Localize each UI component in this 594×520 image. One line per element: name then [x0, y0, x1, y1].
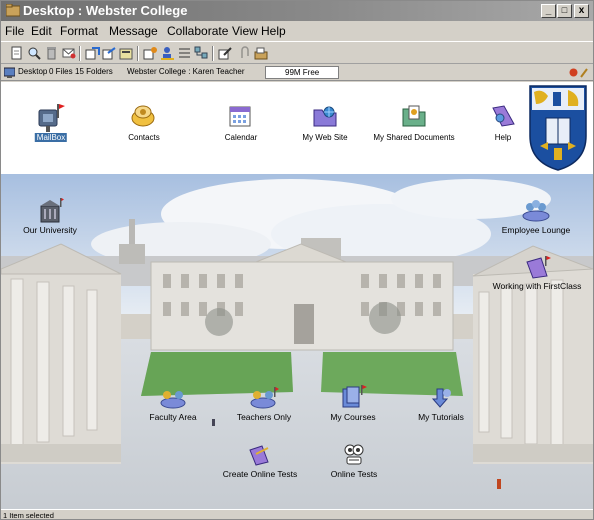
- user-label: Webster College : Karen Teacher: [127, 67, 245, 76]
- employee-lounge-label: Employee Lounge: [501, 225, 571, 235]
- working-with-firstclass-label: Working with FirstClass: [492, 281, 582, 291]
- working-with-firstclass-item[interactable]: Working with FirstClass: [485, 256, 589, 296]
- menu-message[interactable]: Message: [109, 24, 158, 38]
- faculty-area-item[interactable]: Faculty Area: [141, 387, 205, 427]
- calendar-icon: [229, 106, 251, 127]
- my-courses-label: My Courses: [330, 412, 376, 422]
- my-courses-icon: [342, 385, 367, 408]
- online-tests-item[interactable]: Online Tests: [319, 442, 389, 484]
- firstclass-folder-icon: [526, 256, 551, 279]
- contacts-label: Contacts: [128, 133, 160, 142]
- properties-icon[interactable]: [143, 46, 158, 60]
- reply-icon[interactable]: [61, 46, 76, 60]
- edit-pencil-icon[interactable]: [580, 67, 589, 78]
- mailbox-label: MailBox: [34, 133, 68, 142]
- create-online-tests-label: Create Online Tests: [222, 469, 298, 479]
- open-icon[interactable]: [254, 46, 269, 60]
- maximize-button[interactable]: □: [557, 4, 572, 18]
- attach-icon[interactable]: [237, 46, 252, 60]
- our-university-item[interactable]: Our University: [15, 198, 85, 243]
- help-icon: [492, 105, 515, 127]
- list-view-icon[interactable]: [177, 46, 192, 60]
- my-tutorials-icon: [431, 388, 451, 408]
- desktop-icon: [4, 67, 15, 78]
- status-bar: 1 Item selected: [1, 509, 593, 520]
- new-document-icon[interactable]: [9, 46, 24, 60]
- online-tests-label: Online Tests: [330, 469, 378, 479]
- online-tests-icon: [344, 444, 364, 465]
- calendar-label: Calendar: [224, 133, 258, 142]
- forward-icon[interactable]: [102, 46, 117, 60]
- path-bar: Desktop 0 Files 15 Folders Webster Colle…: [1, 65, 593, 81]
- minimize-button[interactable]: _: [541, 4, 556, 18]
- toolbar-separator: [79, 46, 81, 61]
- compose-icon[interactable]: [218, 46, 233, 60]
- menu-view[interactable]: View: [232, 24, 258, 38]
- my-web-site-item[interactable]: My Web Site: [297, 102, 353, 154]
- toolbar-separator: [212, 46, 214, 61]
- firstclass-window: Desktop : Webster College _ □ x File Edi…: [0, 0, 594, 520]
- employee-lounge-item[interactable]: Employee Lounge: [491, 198, 581, 243]
- my-web-site-label: My Web Site: [302, 133, 348, 142]
- teachers-only-item[interactable]: Teachers Only: [229, 387, 299, 427]
- toolbar: [1, 41, 593, 64]
- employee-lounge-icon: [522, 200, 550, 222]
- outline-icon[interactable]: [194, 46, 209, 60]
- contacts-icon: [131, 105, 155, 127]
- folders-count: 15 Folders: [75, 67, 113, 76]
- university-building-icon: [40, 198, 64, 223]
- mailbox-icon: [38, 104, 65, 132]
- mailbox-item[interactable]: MailBox: [31, 102, 71, 154]
- my-shared-documents-label: My Shared Documents: [373, 133, 455, 142]
- faculty-area-label: Faculty Area: [149, 412, 197, 422]
- contacts-item[interactable]: Contacts: [119, 102, 169, 154]
- campus-background: Our University Employee Lounge Working w…: [1, 174, 593, 509]
- desktop-top-strip: MailBox Contacts Calendar My Web Site My…: [1, 82, 593, 174]
- teachers-only-icon: [250, 387, 279, 409]
- our-university-label: Our University: [23, 225, 77, 235]
- menu-bar: File Edit Format Message Collaborate Vie…: [1, 21, 593, 40]
- menu-file[interactable]: File: [5, 24, 24, 38]
- teachers-only-label: Teachers Only: [236, 412, 292, 422]
- online-users-icon[interactable]: [569, 68, 578, 77]
- free-space: 99M Free: [285, 68, 320, 77]
- my-tutorials-item[interactable]: My Tutorials: [411, 387, 471, 427]
- college-crest-logo: [529, 85, 587, 171]
- menu-edit[interactable]: Edit: [31, 24, 52, 38]
- folder-app-icon: [6, 4, 20, 17]
- my-courses-item[interactable]: My Courses: [323, 385, 383, 427]
- help-label: Help: [494, 133, 512, 142]
- window-title: Desktop : Webster College: [23, 3, 188, 18]
- web-site-folder-icon: [313, 106, 337, 127]
- toolbar-separator: [137, 46, 139, 61]
- faculty-area-icon: [160, 391, 186, 409]
- create-online-tests-item[interactable]: Create Online Tests: [215, 444, 305, 484]
- status-text: 1 Item selected: [3, 511, 54, 520]
- history-icon[interactable]: [119, 46, 134, 60]
- close-button[interactable]: x: [574, 4, 589, 18]
- my-shared-documents-item[interactable]: My Shared Documents: [371, 102, 457, 154]
- title-bar[interactable]: Desktop : Webster College _ □ x: [1, 1, 593, 21]
- find-icon[interactable]: [27, 46, 42, 60]
- help-item[interactable]: Help: [483, 102, 523, 154]
- my-tutorials-label: My Tutorials: [418, 412, 464, 422]
- files-count: 0 Files: [49, 67, 73, 76]
- shared-documents-icon: [402, 105, 426, 127]
- path-desktop[interactable]: Desktop: [18, 67, 47, 76]
- menu-help[interactable]: Help: [261, 24, 286, 38]
- create-tests-icon: [249, 445, 269, 466]
- delete-icon[interactable]: [44, 46, 59, 60]
- menu-format[interactable]: Format: [60, 24, 98, 38]
- free-space-box: 99M Free: [265, 66, 339, 79]
- user-icon[interactable]: [160, 46, 175, 60]
- send-icon[interactable]: [85, 46, 100, 60]
- calendar-item[interactable]: Calendar: [216, 102, 266, 154]
- menu-collaborate[interactable]: Collaborate: [167, 24, 228, 38]
